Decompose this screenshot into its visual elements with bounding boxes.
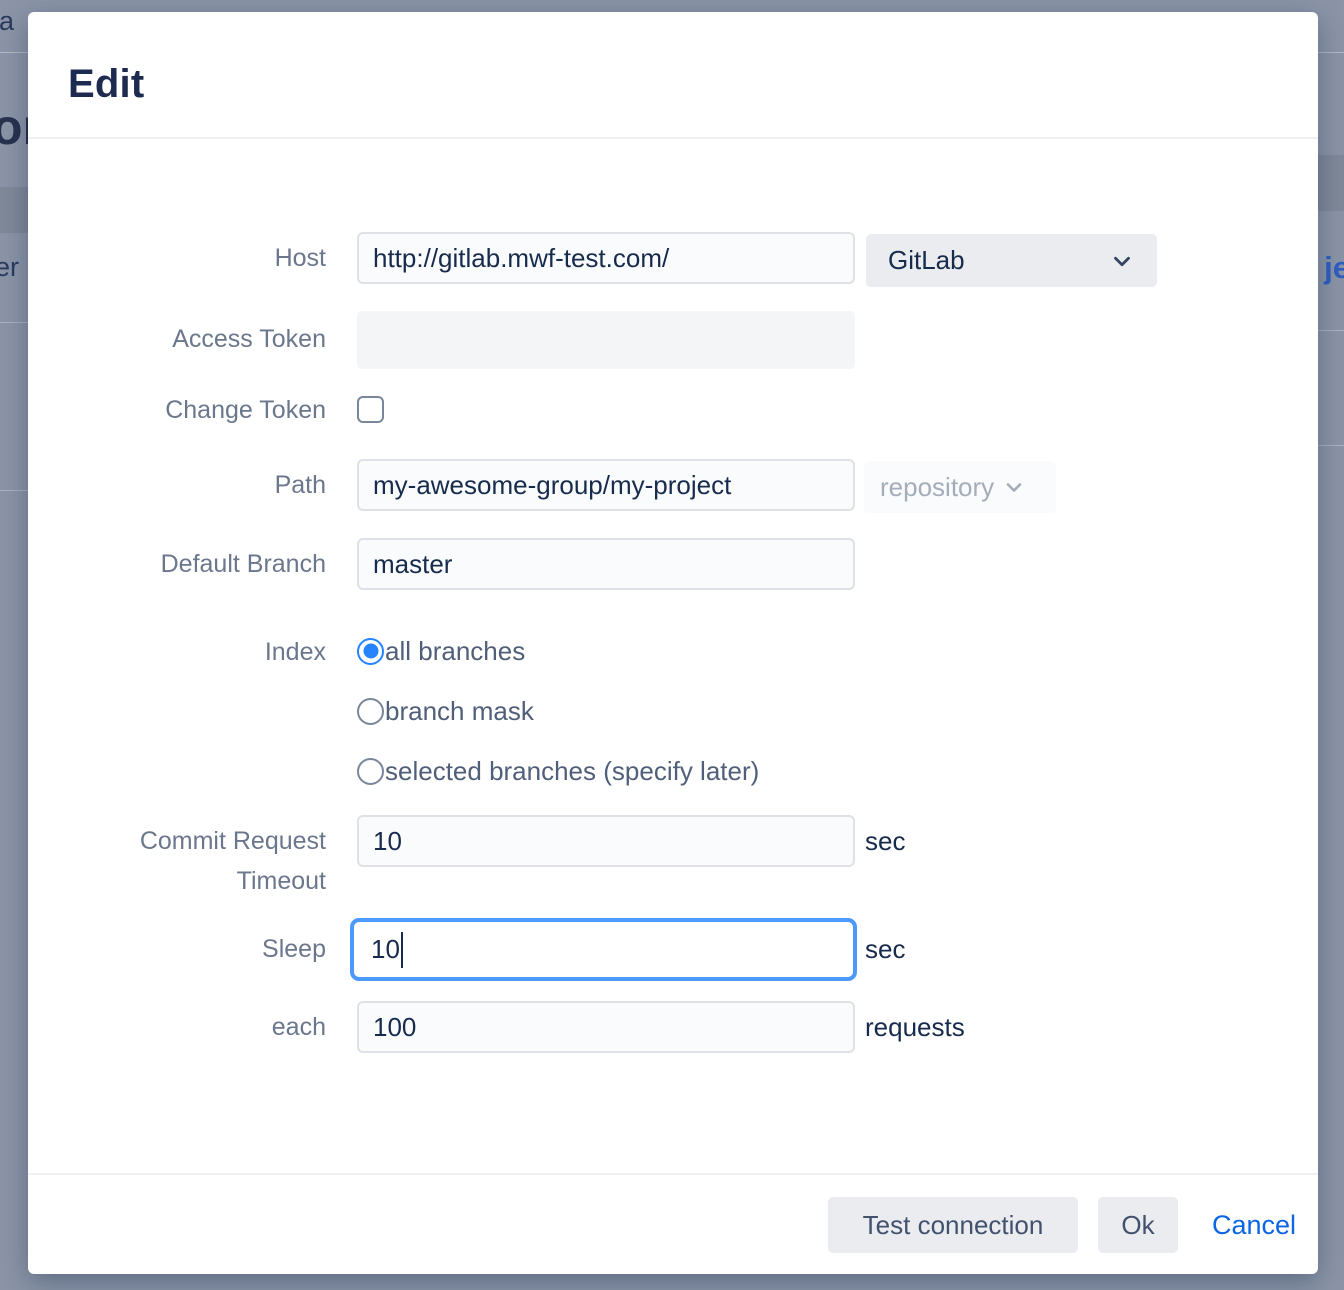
footer-divider xyxy=(28,1173,1318,1175)
chevron-down-icon xyxy=(1002,475,1026,499)
radio-option-label: all branches xyxy=(385,636,525,667)
radio-unselected-icon xyxy=(357,758,384,785)
path-scope-select[interactable]: repository xyxy=(864,461,1056,513)
commit-request-timeout-unit: sec xyxy=(865,826,905,856)
access-token-input[interactable] xyxy=(357,311,855,369)
host-input[interactable] xyxy=(357,232,855,284)
default-branch-label: Default Branch xyxy=(68,549,326,579)
host-type-select[interactable]: GitLab xyxy=(866,234,1157,287)
access-token-label: Access Token xyxy=(68,324,326,354)
radio-option-branch-mask[interactable]: branch mask xyxy=(357,696,534,726)
background-text-fragment: er xyxy=(0,252,19,283)
sleep-input[interactable]: 10 xyxy=(350,918,857,981)
path-input[interactable] xyxy=(357,459,855,511)
path-scope-selected-value: repository xyxy=(880,472,994,503)
commit-request-timeout-input[interactable] xyxy=(357,815,855,867)
commit-request-timeout-label-line1: Commit Request xyxy=(68,826,326,856)
radio-option-all-branches[interactable]: all branches xyxy=(357,636,525,666)
each-label: each xyxy=(68,1012,326,1042)
change-token-label: Change Token xyxy=(68,395,326,425)
change-token-checkbox[interactable] xyxy=(357,396,384,423)
chevron-down-icon xyxy=(1109,248,1135,274)
radio-option-label: branch mask xyxy=(385,696,534,727)
radio-option-label: selected branches (specify later) xyxy=(385,756,759,787)
header-divider xyxy=(28,137,1318,139)
radio-selected-icon xyxy=(357,638,384,665)
ok-button[interactable]: Ok xyxy=(1098,1197,1178,1253)
each-unit: requests xyxy=(865,1012,965,1042)
host-type-selected-value: GitLab xyxy=(888,245,965,276)
default-branch-input[interactable] xyxy=(357,538,855,590)
edit-dialog: Edit Host GitLab Access Token Change Tok… xyxy=(28,12,1318,1274)
commit-request-timeout-label-line2: Timeout xyxy=(68,866,326,896)
sleep-input-value: 10 xyxy=(371,934,400,965)
radio-unselected-icon xyxy=(357,698,384,725)
radio-option-selected-branches[interactable]: selected branches (specify later) xyxy=(357,756,759,786)
index-label: Index xyxy=(68,637,326,667)
commit-request-timeout-label: Commit Request Timeout xyxy=(68,826,326,896)
sleep-unit: sec xyxy=(865,934,905,964)
path-label: Path xyxy=(68,470,326,500)
cancel-button[interactable]: Cancel xyxy=(1190,1197,1318,1253)
background-text-fragment: La xyxy=(0,6,14,37)
sleep-label: Sleep xyxy=(68,934,326,964)
test-connection-button[interactable]: Test connection xyxy=(828,1197,1078,1253)
each-input[interactable] xyxy=(357,1001,855,1053)
dialog-title: Edit xyxy=(68,62,144,107)
background-link-fragment: je xyxy=(1324,250,1344,286)
host-label: Host xyxy=(68,243,326,273)
text-cursor xyxy=(401,932,403,968)
